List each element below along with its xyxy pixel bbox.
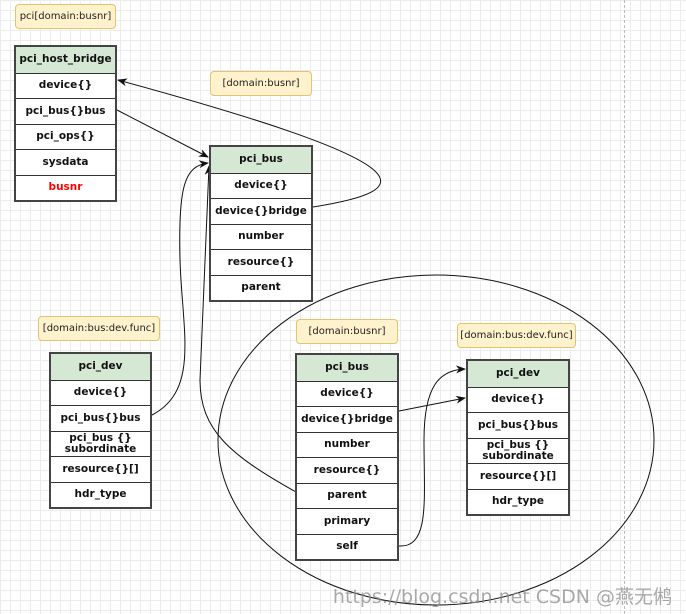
arrow-dev-bus-to-pci-bus: [151, 160, 209, 416]
field-resource: resource{}[]: [468, 463, 568, 489]
note-dev1-domain: [domain:bus:dev.func]: [38, 316, 160, 341]
field-busnr: busnr: [16, 174, 115, 201]
field-sysdata: sysdata: [16, 149, 115, 175]
field-ops: pci_ops{}: [16, 123, 115, 150]
field-resource: resource{}: [211, 249, 311, 275]
field-bus: pci_bus{}bus: [468, 412, 568, 438]
table-header: pci_bus: [297, 355, 397, 381]
field-bus: pci_bus{}bus: [51, 405, 150, 431]
field-device: device{}: [51, 379, 150, 406]
table-pci-dev-1: pci_dev device{} pci_bus{}bus pci_bus {}…: [49, 352, 152, 509]
field-resource: resource{}: [297, 457, 397, 483]
bridge-group-ellipse: [217, 274, 655, 606]
table-pci-bus-2: pci_bus device{} device{}bridge number r…: [295, 353, 399, 561]
watermark: https://blog.csdn.net CSDN @燕无鸺: [332, 586, 672, 608]
field-number: number: [297, 431, 397, 458]
table-header: pci_host_bridge: [16, 47, 115, 73]
table-pci-bus-1: pci_bus device{} device{}bridge number r…: [209, 145, 313, 302]
arrow-self-to-pci-dev: [398, 365, 466, 547]
note-host-domain: pci[domain:busnr]: [15, 4, 116, 29]
field-bridge: device{}bridge: [211, 198, 311, 224]
field-device: device{}: [16, 72, 115, 99]
table-pci-dev-2: pci_dev device{} pci_bus{}bus pci_bus {}…: [466, 359, 570, 516]
arrow-host-bus-to-pci-bus: [116, 109, 209, 158]
table-header: pci_bus: [211, 147, 311, 173]
field-parent: parent: [211, 274, 311, 301]
field-subordinate: pci_bus {} subordinate: [51, 430, 150, 457]
field-device: device{}: [297, 380, 397, 407]
field-device: device{}: [468, 386, 568, 413]
table-pci-host-bridge: pci_host_bridge device{} pci_bus{}bus pc…: [14, 45, 117, 202]
diagram-canvas: pci[domain:busnr] [domain:busnr] [domain…: [0, 0, 686, 614]
note-bus1-domain: [domain:busnr]: [210, 71, 312, 96]
field-bus: pci_bus{}bus: [16, 98, 115, 124]
field-subordinate: pci_bus {} subordinate: [468, 437, 568, 464]
field-resource: resource{}[]: [51, 456, 150, 482]
field-hdr-type: hdr_type: [468, 488, 568, 515]
field-self: self: [297, 533, 397, 560]
field-primary: primary: [297, 508, 397, 534]
field-bridge: device{}bridge: [297, 406, 397, 432]
field-hdr-type: hdr_type: [51, 481, 150, 508]
field-device: device{}: [211, 172, 311, 199]
arrow-bridge-to-dev-device: [398, 395, 466, 412]
note-bus2-domain: [domain:busnr]: [296, 319, 398, 344]
field-parent: parent: [297, 482, 397, 509]
table-header: pci_dev: [468, 361, 568, 387]
field-number: number: [211, 223, 311, 250]
note-dev2-domain: [domain:bus:dev.func]: [457, 323, 576, 348]
table-header: pci_dev: [51, 354, 150, 380]
